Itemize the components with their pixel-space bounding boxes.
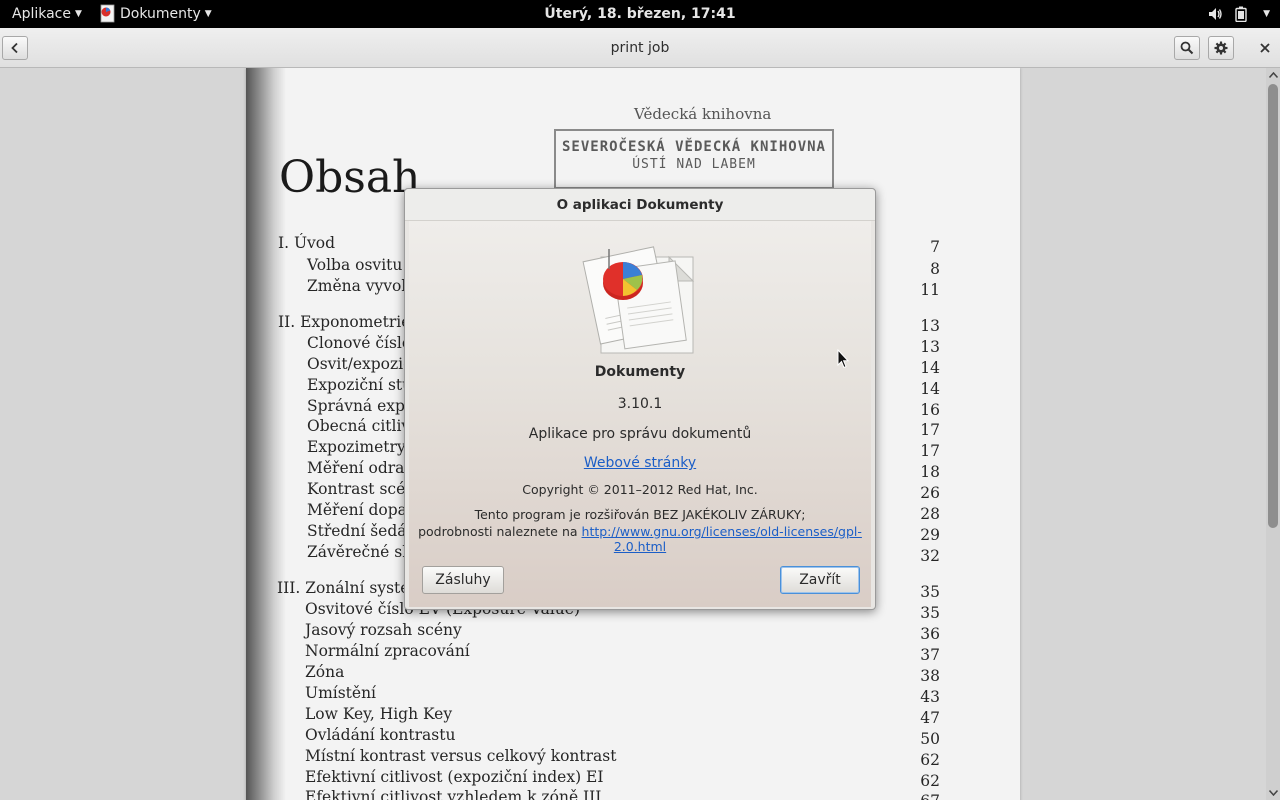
about-dialog: O aplikaci Dokumenty Dokumenty 3.10.1 Ap… [404,188,876,610]
mouse-pointer-icon [837,349,849,369]
program-version: 3.10.1 [617,396,663,412]
license-text-line-1: Tento program je rozšiřován BEZ JAKÉKOLI… [474,507,806,522]
battery-icon [1235,6,1247,22]
program-name: Dokumenty [594,364,686,380]
license-text-line-2: podrobnosti naleznete na http://www.gnu.… [409,524,871,554]
website-link[interactable]: Webové stránky [409,455,871,471]
license-prefix: podrobnosti naleznete na [418,524,582,539]
volume-icon [1209,8,1222,20]
search-icon [1180,41,1194,55]
top-bar: Aplikace ▼ Dokumenty ▼ Úterý, 18. březen, … [0,0,1280,28]
header-bar: print job [0,28,1280,68]
close-dialog-button[interactable]: Zavřít [780,566,860,594]
program-comment: Aplikace pro správu dokumentů [528,426,752,442]
copyright-text: Copyright © 2011–2012 Red Hat, Inc. [522,482,758,497]
close-icon [1260,43,1270,53]
document-title: print job [610,40,670,56]
dialog-body: Dokumenty 3.10.1 Aplikace pro správu dok… [409,221,871,607]
settings-button[interactable] [1208,36,1234,60]
clock[interactable]: Úterý, 18. březen, 17:41 [0,0,1280,28]
license-link[interactable]: http://www.gnu.org/licenses/old-licenses… [582,524,862,554]
system-status-menu[interactable]: ▼ [1207,0,1270,28]
gear-icon [1214,41,1228,55]
dialog-title: O aplikaci Dokumenty [405,189,875,221]
documents-logo-icon [582,246,695,354]
caret-down-icon: ▼ [1263,9,1270,19]
search-button[interactable] [1174,36,1200,60]
window-close-button[interactable] [1254,36,1276,60]
credits-button[interactable]: Zásluhy [422,566,504,594]
